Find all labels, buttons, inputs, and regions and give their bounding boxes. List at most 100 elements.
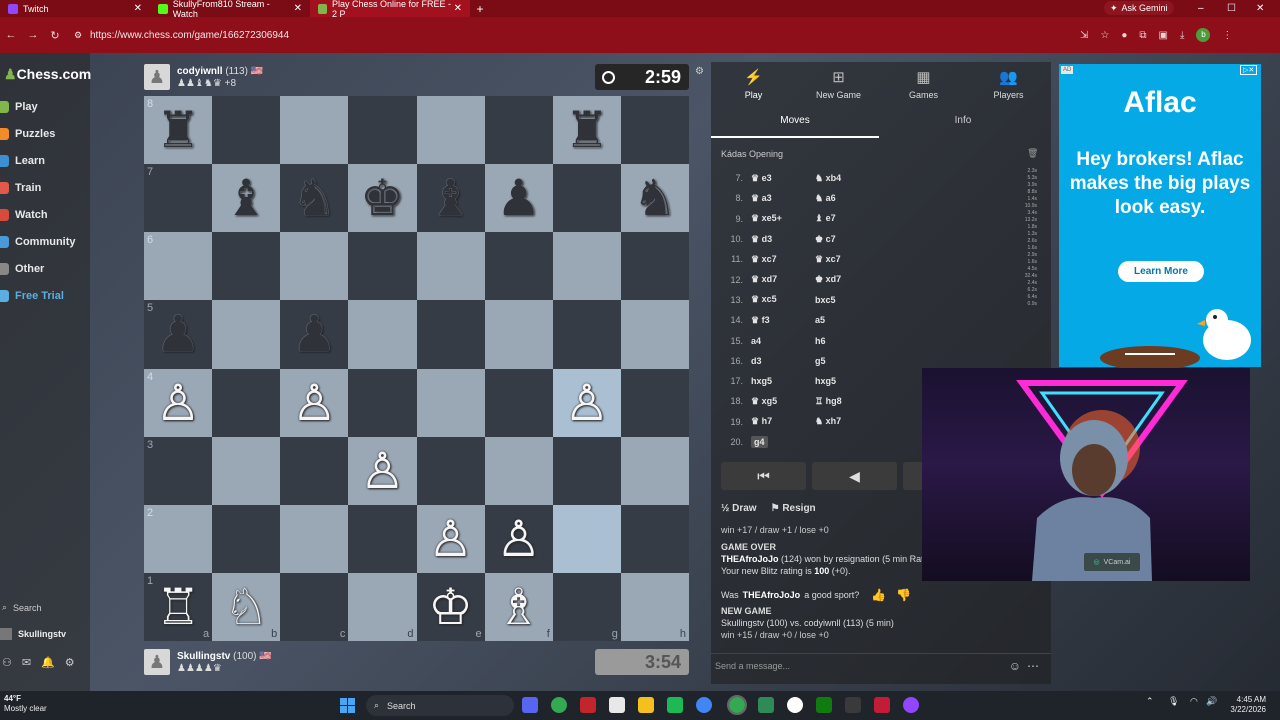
- square-f5[interactable]: [484, 300, 553, 369]
- draw-button[interactable]: ½ Draw: [721, 503, 757, 514]
- close-window-button[interactable]: ✕: [1256, 0, 1264, 17]
- white-piece[interactable]: ♙: [156, 378, 201, 428]
- bottom-player-name[interactable]: Skullingstv (100) 🇺🇸: [177, 651, 272, 662]
- square-g8[interactable]: ♜: [552, 96, 621, 165]
- minimize-button[interactable]: –: [1198, 0, 1204, 17]
- black-move[interactable]: ♚ c7: [815, 234, 879, 245]
- square-d8[interactable]: [348, 96, 417, 165]
- square-d6[interactable]: [348, 232, 417, 301]
- square-b6[interactable]: [212, 232, 281, 301]
- white-move[interactable]: ♛ xc5: [751, 294, 815, 305]
- white-move[interactable]: ♛ xd7: [751, 274, 815, 285]
- nav-new-game[interactable]: ⊞ New Game: [796, 68, 881, 100]
- sidebar-icon[interactable]: ▣: [1159, 30, 1168, 41]
- square-c4[interactable]: ♙: [280, 368, 349, 437]
- square-c7[interactable]: ♞: [280, 164, 349, 233]
- square-a2[interactable]: 2: [144, 504, 213, 573]
- site-info-icon[interactable]: ⚙: [74, 30, 82, 41]
- sidebar-item-free-trial[interactable]: Free Trial: [0, 286, 64, 306]
- square-d1[interactable]: d: [348, 572, 417, 641]
- nav-players[interactable]: 👥 Players: [966, 68, 1051, 100]
- square-g3[interactable]: [552, 436, 621, 505]
- tab-twitch[interactable]: Twitch ✕: [0, 0, 150, 17]
- emoji-icon[interactable]: ☺: [1009, 654, 1021, 678]
- square-h4[interactable]: [620, 368, 689, 437]
- top-player-name[interactable]: codyiwnll (113) 🇺🇸: [177, 66, 263, 77]
- square-b5[interactable]: [212, 300, 281, 369]
- square-g7[interactable]: [552, 164, 621, 233]
- square-e4[interactable]: [416, 368, 485, 437]
- sidebar-user[interactable]: Skullingstv: [0, 628, 66, 640]
- square-a5[interactable]: 5 ♟: [144, 300, 213, 369]
- square-f4[interactable]: [484, 368, 553, 437]
- white-move[interactable]: a4: [751, 336, 815, 346]
- xbox-icon[interactable]: [816, 697, 832, 713]
- square-g1[interactable]: g: [552, 572, 621, 641]
- friends-icon[interactable]: ⚇: [2, 656, 12, 669]
- top-player-avatar[interactable]: ♟: [144, 64, 170, 90]
- taskbar-search[interactable]: ⌕ Search: [366, 695, 514, 716]
- bottom-player-avatar[interactable]: ♟: [144, 649, 170, 675]
- black-move[interactable]: ♞ xh7: [815, 416, 879, 427]
- square-e3[interactable]: [416, 436, 485, 505]
- black-move[interactable]: ♖ hg8: [815, 396, 879, 407]
- mail-icon[interactable]: ✉: [22, 656, 31, 669]
- white-move[interactable]: d3: [751, 356, 815, 366]
- maximize-button[interactable]: ☐: [1227, 0, 1236, 17]
- back-arrow-icon[interactable]: ←: [0, 29, 22, 41]
- square-f8[interactable]: [484, 96, 553, 165]
- tab-info[interactable]: Info: [879, 114, 1047, 138]
- nav-play[interactable]: ⚡ Play: [711, 68, 796, 100]
- tab-stream[interactable]: SkullyFrom810 Stream - Watch ✕: [150, 0, 310, 19]
- square-f7[interactable]: ♟: [484, 164, 553, 233]
- bell-icon[interactable]: 🔔: [41, 656, 55, 669]
- chess-board[interactable]: 8 ♜ ♜ 7 ♝ ♞ ♚ ♝ ♟ ♞ 6 5 ♟ ♟ 4 ♙ ♙ ♙ 3 ♙ 2 ♙ ♙ 1 a ♖ b ♘ c d e ♔ f ♗ g h: [144, 96, 689, 641]
- white-move[interactable]: g4: [751, 436, 815, 448]
- discord-icon[interactable]: [522, 697, 538, 713]
- forward-arrow-icon[interactable]: →: [22, 29, 44, 41]
- white-move[interactable]: ♛ xc7: [751, 254, 815, 265]
- square-g5[interactable]: [552, 300, 621, 369]
- twitch-app-icon[interactable]: [903, 697, 919, 713]
- square-e8[interactable]: [416, 96, 485, 165]
- profile-avatar[interactable]: b: [1196, 28, 1211, 42]
- url-field[interactable]: ⚙ https://www.chess.com/game/16627230694…: [68, 22, 1078, 48]
- tray-chevron-icon[interactable]: ⌃: [1146, 696, 1154, 707]
- black-piece[interactable]: ♞: [292, 173, 337, 223]
- puzzle-extensions-icon[interactable]: ⧉: [1139, 30, 1146, 41]
- square-a6[interactable]: 6: [144, 232, 213, 301]
- white-piece[interactable]: ♙: [428, 514, 473, 564]
- square-a1[interactable]: 1 a ♖: [144, 572, 213, 641]
- install-icon[interactable]: ⇲: [1080, 30, 1088, 41]
- square-h5[interactable]: [620, 300, 689, 369]
- sidebar-search[interactable]: ⌕ Search: [2, 602, 42, 613]
- ad-learn-more-button[interactable]: Learn More: [1118, 261, 1204, 282]
- black-piece[interactable]: ♟: [292, 309, 337, 359]
- square-f6[interactable]: [484, 232, 553, 301]
- sidebar-item-puzzles[interactable]: Puzzles: [0, 124, 55, 144]
- square-h1[interactable]: h: [620, 572, 689, 641]
- white-move[interactable]: ♛ xe5+: [751, 213, 815, 224]
- white-move[interactable]: ♛ f3: [751, 315, 815, 326]
- square-e1[interactable]: e ♔: [416, 572, 485, 641]
- white-piece[interactable]: ♖: [156, 582, 201, 632]
- black-piece[interactable]: ♞: [633, 173, 678, 223]
- square-b3[interactable]: [212, 436, 281, 505]
- square-e7[interactable]: ♝: [416, 164, 485, 233]
- volume-icon[interactable]: 🔊: [1206, 696, 1217, 707]
- black-piece[interactable]: ♝: [224, 173, 269, 223]
- square-a3[interactable]: 3: [144, 436, 213, 505]
- white-move[interactable]: ♛ e3: [751, 173, 815, 184]
- square-a8[interactable]: 8 ♜: [144, 96, 213, 165]
- white-piece[interactable]: ♙: [564, 378, 609, 428]
- notepad-icon[interactable]: [609, 697, 625, 713]
- black-piece[interactable]: ♚: [360, 173, 405, 223]
- wifi-icon[interactable]: ◠: [1190, 696, 1198, 707]
- tab-moves[interactable]: Moves: [711, 114, 879, 138]
- square-e6[interactable]: [416, 232, 485, 301]
- square-b8[interactable]: [212, 96, 281, 165]
- black-move[interactable]: ♞ a6: [815, 193, 879, 204]
- square-h3[interactable]: [620, 436, 689, 505]
- settings-gear-icon[interactable]: ⚙: [65, 656, 75, 669]
- first-move-button[interactable]: ⏮: [721, 462, 806, 490]
